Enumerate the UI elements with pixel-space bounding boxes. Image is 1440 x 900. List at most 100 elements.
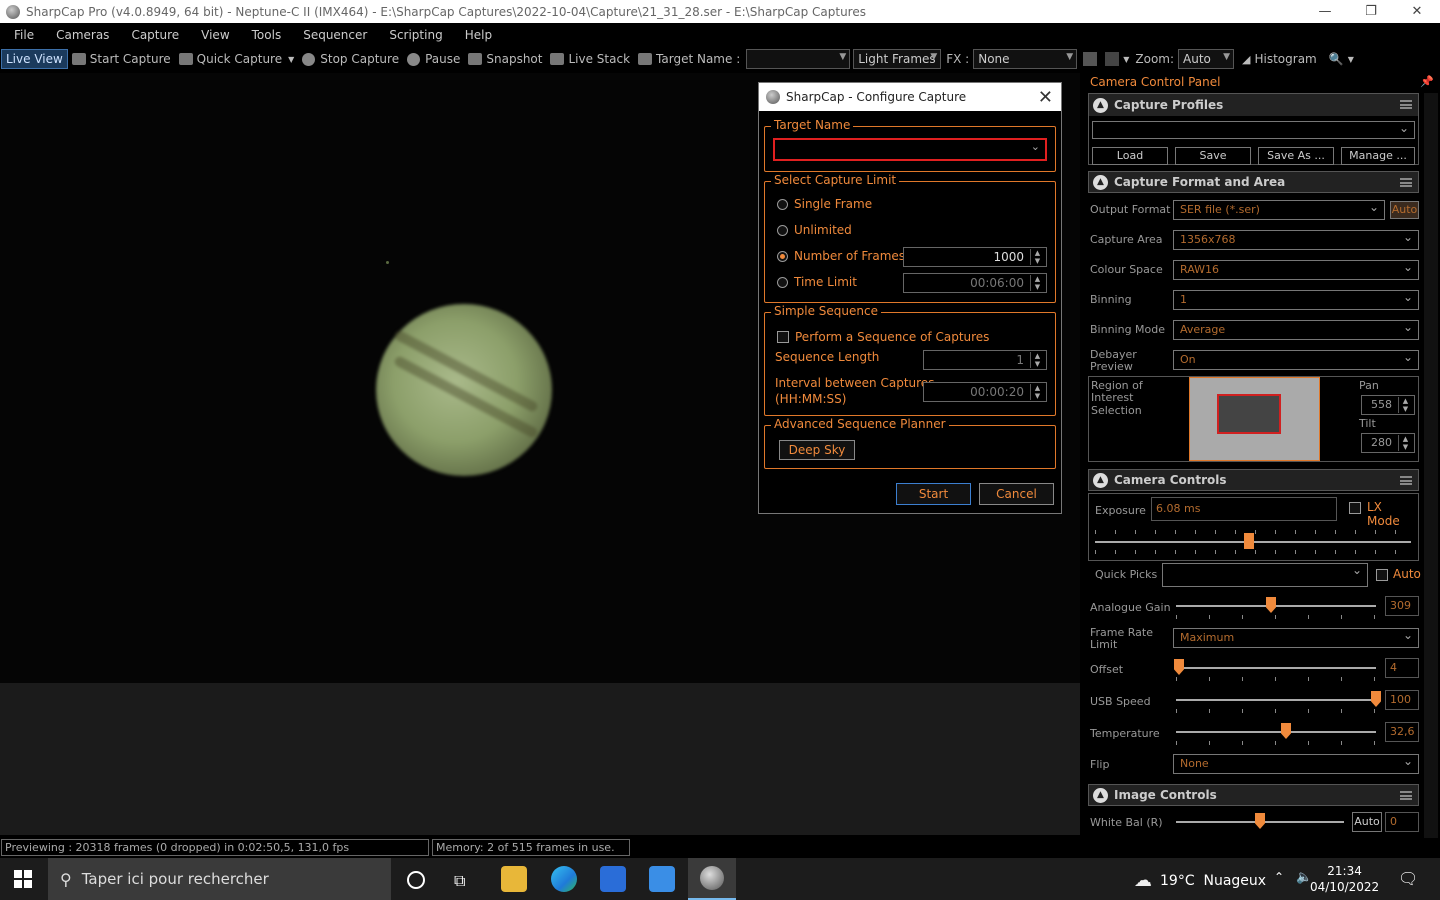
flip-combo[interactable]: None [1173, 752, 1419, 774]
histogram-button[interactable]: ◢ Histogram [1238, 49, 1321, 69]
grid-icon[interactable] [1083, 52, 1098, 66]
analogue-gain-slider-track[interactable] [1176, 605, 1376, 607]
panel-scrollbar[interactable] [1424, 93, 1438, 838]
colour-space-combo[interactable]: RAW16 [1173, 258, 1419, 280]
chevron-up-icon[interactable]: ⌃ [1274, 870, 1284, 884]
collapse-icon[interactable]: ▲ [1093, 97, 1108, 113]
exposure-slider-thumb[interactable] [1244, 533, 1254, 549]
capture-profiles-header[interactable]: ▲ Capture Profiles [1089, 94, 1418, 116]
target-name-combo[interactable]: ▼ [746, 49, 851, 69]
offset-slider-thumb[interactable] [1174, 659, 1184, 675]
image-controls-header[interactable]: ▲ Image Controls [1088, 784, 1419, 806]
single-frame-radio[interactable] [777, 199, 788, 210]
deep-sky-button[interactable]: Deep Sky [779, 440, 855, 460]
notification-icon[interactable]: 🗨 [1398, 869, 1418, 888]
windows-start-icon[interactable] [14, 870, 32, 888]
stop-capture-button[interactable]: Stop Capture [298, 49, 403, 69]
number-of-frames-radio[interactable] [777, 251, 788, 262]
menu-tools[interactable]: Tools [241, 28, 293, 42]
maximize-button[interactable]: ❐ [1348, 0, 1394, 23]
binning-mode-combo[interactable]: Average [1173, 318, 1419, 340]
live-stack-button[interactable]: Live Stack [546, 49, 634, 69]
task-view-icon[interactable]: ⧉ [454, 871, 465, 891]
target-name-field[interactable]: ⌄ [773, 138, 1047, 161]
sequence-length-spinner[interactable]: 1 ▲ ▼ [923, 350, 1047, 370]
collapse-icon[interactable]: ▲ [1093, 787, 1108, 803]
chevron-down-icon[interactable]: ▼ [1123, 55, 1129, 64]
offset-slider-track[interactable] [1176, 667, 1376, 669]
fx-combo[interactable]: None ▼ [973, 49, 1078, 69]
weather-widget[interactable]: ☁ 19°C Nuageux [1134, 870, 1266, 891]
save-as-profile-button[interactable]: Save As ... [1258, 147, 1334, 165]
cortana-icon[interactable] [407, 871, 425, 889]
spinner-arrows-icon[interactable]: ▲ ▼ [1398, 397, 1412, 413]
zoom-magnifier-icon[interactable]: 🔍 [1329, 52, 1344, 66]
start-button[interactable]: Start [896, 483, 971, 505]
save-profile-button[interactable]: Save [1175, 147, 1251, 165]
binning-combo[interactable]: 1 [1173, 288, 1419, 310]
store-icon[interactable] [600, 866, 626, 892]
roi-selector[interactable] [1189, 377, 1320, 461]
white-bal-r-input[interactable]: 0 [1385, 812, 1419, 832]
lx-mode-checkbox[interactable] [1349, 502, 1361, 514]
start-capture-button[interactable]: Start Capture [68, 49, 175, 69]
chevron-down-icon[interactable]: ▼ [288, 55, 294, 64]
menu-help[interactable]: Help [454, 28, 503, 42]
cancel-button[interactable]: Cancel [979, 483, 1054, 505]
usb-speed-slider-track[interactable] [1176, 699, 1376, 701]
taskbar-search-box[interactable]: ⚲ Taper ici pour rechercher [48, 858, 391, 900]
tilt-spinner[interactable]: 280 ▲ ▼ [1361, 433, 1415, 453]
analogue-gain-input[interactable]: 309 [1385, 596, 1419, 616]
file-explorer-icon[interactable] [501, 866, 527, 892]
minimize-button[interactable]: — [1302, 0, 1348, 23]
analogue-gain-slider-thumb[interactable] [1266, 597, 1276, 613]
output-format-combo[interactable]: SER file (*.ser) [1173, 198, 1385, 220]
manage-profiles-button[interactable]: Manage ... [1341, 147, 1415, 165]
camera-controls-header[interactable]: ▲ Camera Controls [1088, 469, 1419, 491]
menu-icon[interactable] [1400, 178, 1412, 187]
menu-view[interactable]: View [190, 28, 240, 42]
interval-spinner[interactable]: 00:00:20 ▲ ▼ [923, 382, 1047, 402]
debayer-combo[interactable]: On [1173, 348, 1419, 370]
live-view-button[interactable]: Live View [1, 49, 68, 69]
spinner-arrows-icon[interactable]: ▲ ▼ [1030, 352, 1044, 368]
menu-cameras[interactable]: Cameras [45, 28, 120, 42]
menu-file[interactable]: File [0, 28, 45, 42]
white-bal-r-slider-thumb[interactable] [1255, 813, 1265, 829]
zoom-combo[interactable]: Auto ▼ [1178, 49, 1235, 69]
capture-format-header[interactable]: ▲ Capture Format and Area [1088, 171, 1419, 193]
mail-icon[interactable] [649, 866, 675, 892]
spinner-arrows-icon[interactable]: ▲ ▼ [1030, 275, 1044, 291]
offset-input[interactable]: 4 [1385, 658, 1419, 678]
menu-icon[interactable] [1400, 100, 1412, 109]
menu-scripting[interactable]: Scripting [378, 28, 453, 42]
taskbar-clock[interactable]: 21:34 04/10/2022 [1310, 863, 1379, 895]
spinner-arrows-icon[interactable]: ▲ ▼ [1398, 435, 1412, 451]
usb-speed-input[interactable]: 100 [1385, 690, 1419, 710]
perform-sequence-checkbox[interactable] [777, 331, 789, 343]
pause-button[interactable]: Pause [403, 49, 464, 69]
chevron-down-icon[interactable]: ⌄ [1031, 140, 1040, 153]
menu-icon[interactable] [1400, 791, 1412, 800]
white-bal-auto-button[interactable]: Auto [1352, 812, 1382, 832]
time-limit-spinner[interactable]: 00:06:00 ▲ ▼ [903, 273, 1047, 293]
quick-picks-combo[interactable] [1162, 561, 1368, 587]
quick-picks-auto-checkbox[interactable] [1376, 569, 1388, 581]
time-limit-radio[interactable] [777, 277, 788, 288]
menu-icon[interactable] [1400, 476, 1412, 485]
exposure-input[interactable]: 6.08 ms [1151, 497, 1337, 521]
close-button[interactable]: ✕ [1394, 0, 1440, 23]
usb-speed-slider-thumb[interactable] [1371, 691, 1381, 707]
crosshair-icon[interactable] [1105, 52, 1120, 66]
profile-combo[interactable] [1092, 119, 1415, 139]
collapse-icon[interactable]: ▲ [1093, 472, 1108, 488]
spinner-arrows-icon[interactable]: ▲ ▼ [1030, 249, 1044, 265]
pan-spinner[interactable]: 558 ▲ ▼ [1361, 395, 1415, 415]
dialog-close-button[interactable]: ✕ [1038, 87, 1053, 108]
number-of-frames-spinner[interactable]: 1000 ▲ ▼ [903, 247, 1047, 267]
load-profile-button[interactable]: Load [1092, 147, 1168, 165]
snapshot-button[interactable]: Snapshot [464, 49, 546, 69]
sharpcap-taskbar-button[interactable] [688, 858, 736, 900]
frame-type-combo[interactable]: Light Frames ▼ [853, 49, 942, 69]
edge-icon[interactable] [551, 866, 577, 892]
